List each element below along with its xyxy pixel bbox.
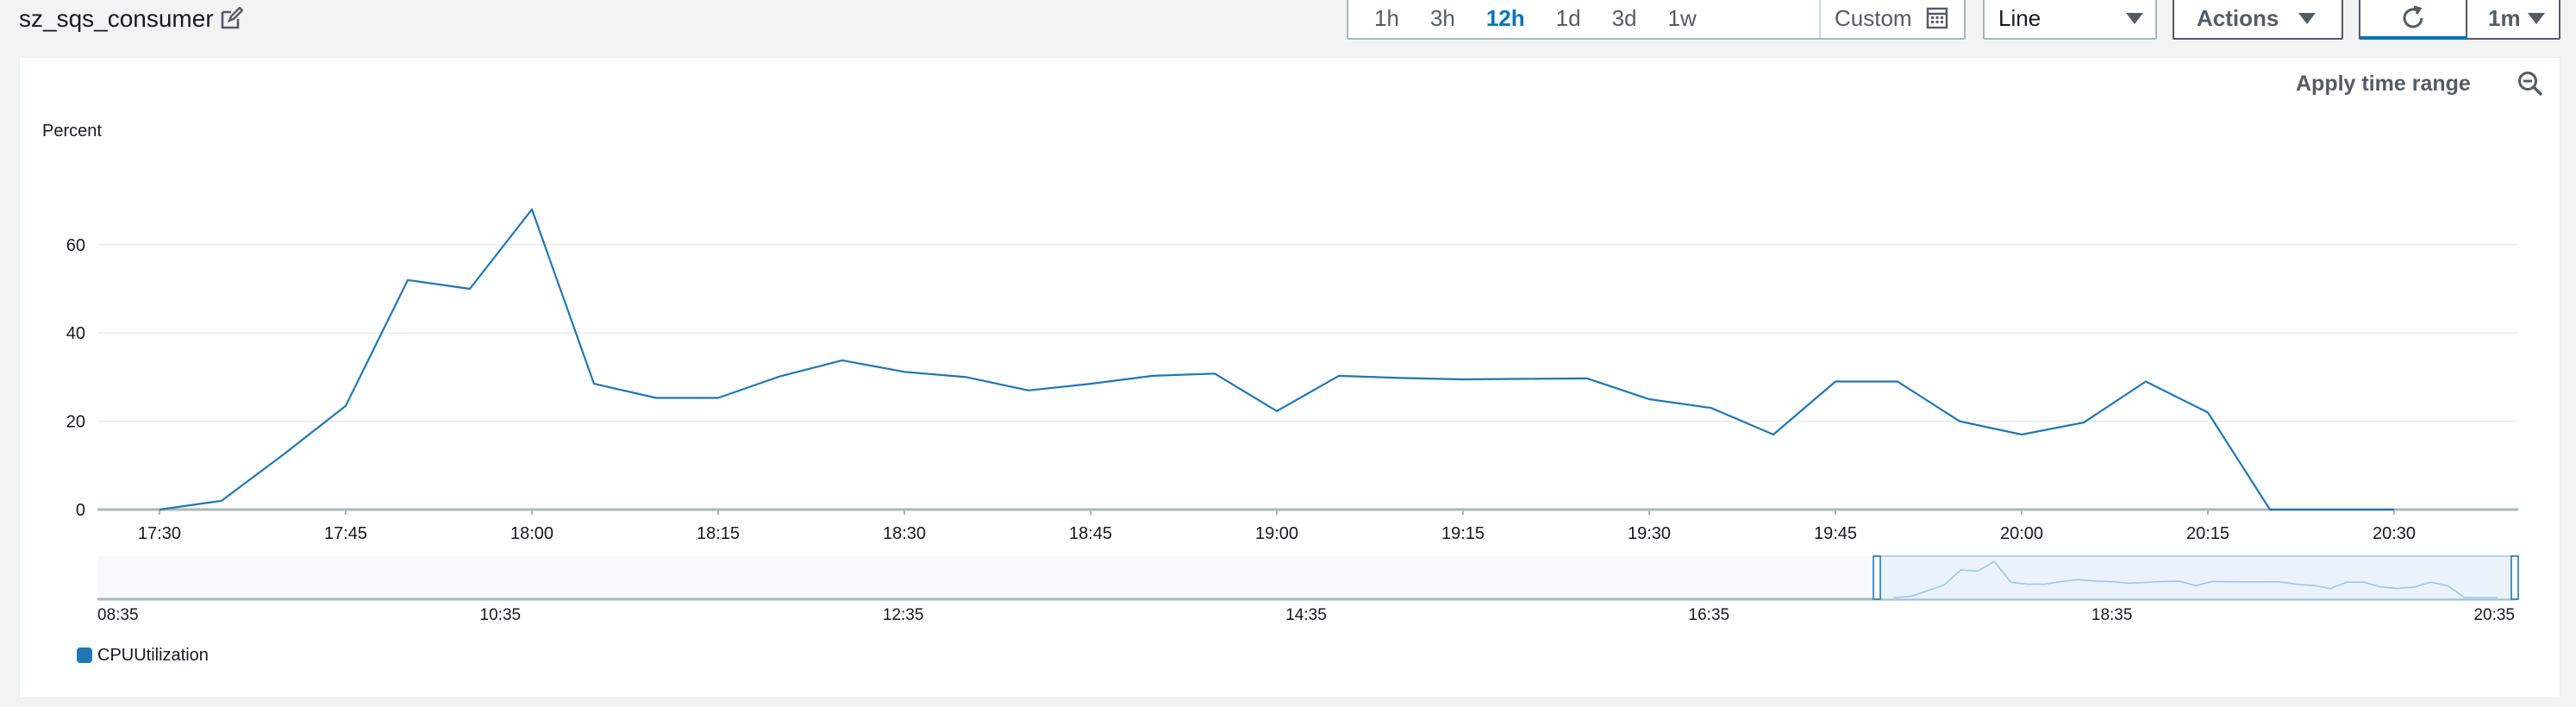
custom-range-button[interactable]: Custom [1835,0,1912,38]
edit-title-icon[interactable] [219,7,243,31]
chevron-down-icon [2126,13,2143,24]
range-3h[interactable]: 3h [1415,0,1471,38]
time-overview-navigator[interactable]: 08:35 10:35 12:35 14:35 16:35 18:35 20:35 [97,555,2519,624]
y-tick-label: 0 [76,501,85,520]
grid-lines [97,244,2518,511]
x-tick-label: 20:15 [2186,524,2229,543]
refresh-icon [2403,5,2423,28]
x-tick-label: 18:30 [883,524,926,543]
overview-tick-label: 20:35 [2473,606,2515,624]
chart-legend: CPUUtilization [77,642,209,668]
x-tick-label: 19:15 [1441,524,1485,543]
series-line-cpuutilization [159,208,2394,511]
range-1w[interactable]: 1w [1653,0,1712,38]
time-range-options: 1h 3h 12h 1d 3d 1w [1348,0,1712,38]
overview-tick-label: 16:35 [1689,606,1730,624]
metric-graph-panel: Apply time range Percent 0 20 40 60 17:30 17… [19,57,2560,698]
y-axis-ticks: 0 20 40 60 [66,236,85,520]
chevron-down-icon [2298,13,2316,24]
legend-label[interactable]: CPUUtilization [97,646,209,666]
x-tick-label: 19:30 [1628,524,1671,543]
overview-left-handle [1873,555,1881,600]
x-tick-label: 17:45 [324,524,367,543]
overview-selection [1876,555,2516,600]
overview-tick-label: 08:35 [97,606,139,624]
refresh-interval-dropdown[interactable]: 1m [2467,0,2559,38]
line-chart[interactable]: Percent 0 20 40 60 17:30 17:45 18:00 18:15 18:3… [20,58,2561,699]
refresh-button[interactable] [2360,0,2467,40]
x-tick-label: 19:45 [1814,524,1857,543]
y-tick-label: 40 [66,324,85,343]
divider [1819,0,1821,38]
x-tick-label: 19:00 [1255,524,1298,543]
overview-tick-label: 18:35 [2091,606,2133,624]
actions-button[interactable]: Actions [2173,0,2343,40]
y-tick-label: 20 [66,413,85,432]
x-tick-label: 20:00 [2000,524,2043,543]
widget-title: sz_sqs_consumer [19,5,214,32]
range-3d[interactable]: 3d [1597,0,1653,38]
refresh-interval-value: 1m [2488,5,2521,31]
x-tick-label: 18:00 [510,524,553,543]
series-layer [159,208,2395,511]
range-1h[interactable]: 1h [1359,0,1415,38]
legend-swatch[interactable] [77,648,92,663]
overview-tick-label: 12:35 [883,606,924,624]
calendar-icon[interactable] [1926,7,1948,29]
x-tick-label: 17:30 [138,524,181,543]
x-tick-label: 20:30 [2373,524,2416,543]
graph-type-select[interactable]: Line [1983,0,2157,40]
graph-type-value: Line [1998,5,2041,31]
widget-toolbar: sz_sqs_consumer 1h 3h 12h 1d 3d 1w Custo… [0,0,2576,55]
overview-right-handle [2510,555,2519,600]
refresh-active-indicator [2360,36,2467,40]
overview-tick-label: 14:35 [1285,606,1327,624]
y-tick-label: 60 [66,236,85,255]
range-12h[interactable]: 12h [1471,0,1541,38]
actions-label: Actions [2197,5,2279,31]
overview-tick-label: 10:35 [480,606,522,624]
x-tick-label: 18:45 [1069,524,1112,543]
time-range-selector: 1h 3h 12h 1d 3d 1w Custom [1347,0,1966,40]
chevron-down-icon [2528,13,2545,24]
refresh-control: 1m [2359,0,2560,40]
x-tick-label: 18:15 [697,524,740,543]
y-axis-label: Percent [42,122,102,141]
range-1d[interactable]: 1d [1541,0,1597,38]
x-axis-ticks: 17:30 17:45 18:00 18:15 18:30 18:45 19:00 19:15… [138,510,2416,543]
